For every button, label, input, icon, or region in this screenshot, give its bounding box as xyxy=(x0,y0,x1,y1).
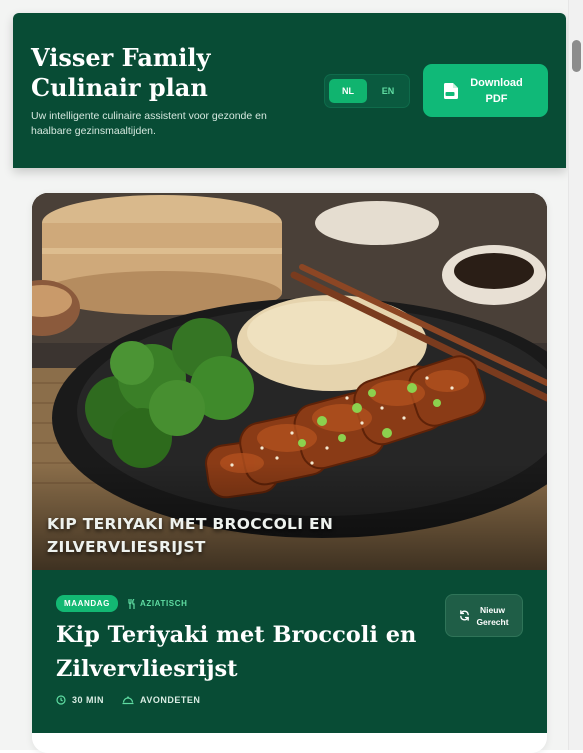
meal-type: AVONDETEN xyxy=(122,695,200,705)
language-toggle: NL EN xyxy=(324,74,410,108)
download-pdf-button[interactable]: Download PDF xyxy=(423,64,548,117)
language-option-nl[interactable]: NL xyxy=(329,79,367,103)
app-header: Visser Family Culinair plan Uw intellige… xyxy=(13,13,566,168)
scrollbar-thumb[interactable] xyxy=(572,40,581,72)
card-content-area xyxy=(32,733,547,753)
prep-time-label: 30 MIN xyxy=(72,695,105,705)
refresh-icon xyxy=(459,610,469,621)
hero-caption: Kip Teriyaki met Broccoli en Zilvervlies… xyxy=(47,515,334,556)
clock-icon xyxy=(56,695,66,705)
day-badge: MAANDAG xyxy=(56,595,118,612)
new-dish-label: Nieuw Gerecht xyxy=(476,604,509,627)
language-option-en[interactable]: EN xyxy=(369,79,407,103)
app-title: Visser Family Culinair plan xyxy=(31,43,211,102)
meal-type-label: AVONDETEN xyxy=(140,695,201,705)
utensils-icon xyxy=(128,598,135,609)
cloche-icon xyxy=(122,696,134,705)
app-subtitle: Uw intelligente culinaire assistent voor… xyxy=(31,110,267,137)
recipe-info-panel: MAANDAG AZIATISCH Kip Teriyaki met Brocc… xyxy=(32,570,547,733)
download-pdf-label: Download PDF xyxy=(470,76,523,105)
prep-time: 30 MIN xyxy=(56,695,104,705)
cuisine-label: AZIATISCH xyxy=(139,599,188,608)
new-dish-button[interactable]: Nieuw Gerecht xyxy=(445,594,523,637)
vertical-scrollbar[interactable] xyxy=(568,0,583,750)
recipe-title: Kip Teriyaki met Broccoli en Zilvervlies… xyxy=(56,622,417,682)
cuisine-tag: AZIATISCH xyxy=(128,598,188,609)
pdf-file-icon xyxy=(443,82,458,99)
recipe-tags: MAANDAG AZIATISCH xyxy=(56,595,187,612)
recipe-meta: 30 MIN AVONDETEN xyxy=(56,695,218,705)
recipe-hero-image: Kip Teriyaki met Broccoli en Zilvervlies… xyxy=(32,193,547,570)
recipe-card: Kip Teriyaki met Broccoli en Zilvervlies… xyxy=(32,193,547,753)
